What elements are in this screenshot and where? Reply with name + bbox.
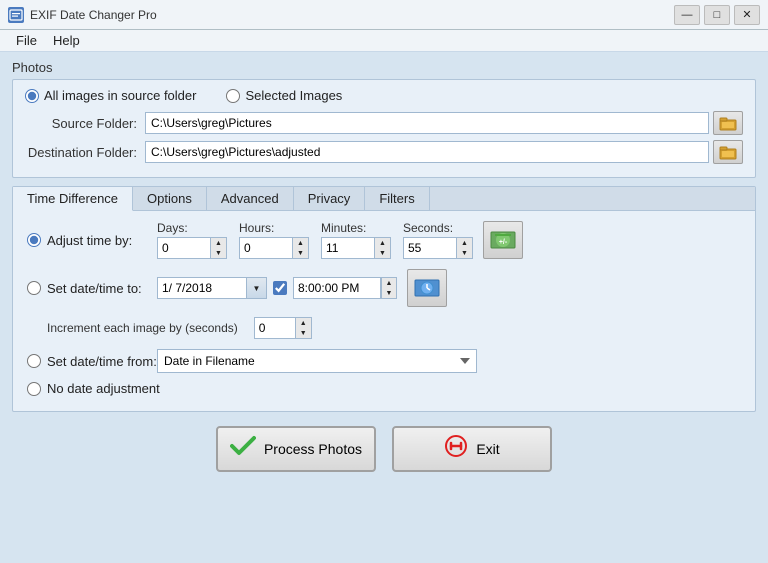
photos-panel: All images in source folder Selected Ima… <box>12 79 756 178</box>
dest-folder-browse-button[interactable] <box>713 140 743 164</box>
set-datefrom-label: Set date/time from: <box>47 354 157 369</box>
time-down-arrow[interactable]: ▼ <box>382 288 396 298</box>
time-input[interactable] <box>293 277 381 299</box>
set-datefrom-row: Set date/time from: Date in FilenameEXIF… <box>27 349 741 373</box>
minutes-input[interactable] <box>321 237 375 259</box>
image-selection-row: All images in source folder Selected Ima… <box>25 88 743 103</box>
source-folder-input[interactable] <box>145 112 709 134</box>
days-input[interactable] <box>157 237 211 259</box>
process-photos-button[interactable]: Process Photos <box>216 426 376 472</box>
tab-time-difference[interactable]: Time Difference <box>13 187 133 211</box>
set-datetime-image-btn[interactable] <box>407 269 447 307</box>
no-date-label: No date adjustment <box>47 381 160 396</box>
days-arrows: ▲ ▼ <box>211 237 227 259</box>
set-datetime-label: Set date/time to: <box>47 281 157 296</box>
window-controls: — □ ✕ <box>674 5 760 25</box>
hours-down-arrow[interactable]: ▼ <box>293 248 308 258</box>
app-title: EXIF Date Changer Pro <box>30 8 674 22</box>
exit-label: Exit <box>476 441 499 457</box>
seconds-down-arrow[interactable]: ▼ <box>457 248 472 258</box>
time-arrows: ▲ ▼ <box>381 277 397 299</box>
time-up-arrow[interactable]: ▲ <box>382 278 396 288</box>
radio-set-datetime[interactable] <box>27 281 41 295</box>
tab-filters[interactable]: Filters <box>365 187 429 210</box>
app-icon <box>8 7 24 23</box>
days-label: Days: <box>157 221 188 235</box>
minimize-button[interactable]: — <box>674 5 700 25</box>
process-icon <box>230 435 256 463</box>
radio-set-datefrom[interactable] <box>27 354 41 368</box>
date-input[interactable] <box>157 277 247 299</box>
menu-file[interactable]: File <box>8 32 45 49</box>
increment-input[interactable] <box>254 317 296 339</box>
exit-button[interactable]: Exit <box>392 426 552 472</box>
tab-content-time-difference: Adjust time by: Days: ▲ ▼ Hours <box>13 211 755 411</box>
minutes-spinbox: Minutes: ▲ ▼ <box>321 221 391 259</box>
datefrom-select[interactable]: Date in FilenameEXIF DataFile Modified D… <box>157 349 477 373</box>
increment-down-arrow[interactable]: ▼ <box>296 328 311 338</box>
seconds-spinbox: Seconds: ▲ ▼ <box>403 221 473 259</box>
svg-text:+/-: +/- <box>499 239 508 246</box>
dest-folder-label: Destination Folder: <box>25 145 145 160</box>
time-spinboxes: Days: ▲ ▼ Hours: <box>157 221 473 259</box>
seconds-input[interactable] <box>403 237 457 259</box>
close-button[interactable]: ✕ <box>734 5 760 25</box>
increment-up-arrow[interactable]: ▲ <box>296 318 311 328</box>
seconds-label: Seconds: <box>403 221 453 235</box>
tabs-container: Time Difference Options Advanced Privacy… <box>12 186 756 412</box>
radio-selected-label: Selected Images <box>245 88 342 103</box>
source-folder-browse-button[interactable] <box>713 111 743 135</box>
hours-spinbox: Hours: ▲ ▼ <box>239 221 309 259</box>
adjust-time-row: Adjust time by: Days: ▲ ▼ Hours <box>27 221 741 259</box>
tab-bar: Time Difference Options Advanced Privacy… <box>13 187 755 211</box>
photos-section-label: Photos <box>12 60 756 75</box>
maximize-button[interactable]: □ <box>704 5 730 25</box>
seconds-arrows: ▲ ▼ <box>457 237 473 259</box>
adjust-time-label: Adjust time by: <box>47 233 157 248</box>
minutes-arrows: ▲ ▼ <box>375 237 391 259</box>
hours-label: Hours: <box>239 221 274 235</box>
hours-up-arrow[interactable]: ▲ <box>293 238 308 248</box>
bottom-bar: Process Photos Exit <box>12 426 756 472</box>
radio-selected-input[interactable] <box>226 89 240 103</box>
increment-label: Increment each image by (seconds) <box>47 321 238 335</box>
dest-folder-input[interactable] <box>145 141 709 163</box>
time-checkbox[interactable] <box>273 281 287 295</box>
radio-all-label: All images in source folder <box>44 88 196 103</box>
seconds-up-arrow[interactable]: ▲ <box>457 238 472 248</box>
radio-selected-images[interactable]: Selected Images <box>226 88 342 103</box>
minutes-up-arrow[interactable]: ▲ <box>375 238 390 248</box>
radio-all-input[interactable] <box>25 89 39 103</box>
radio-no-date[interactable] <box>27 382 41 396</box>
increment-row: Increment each image by (seconds) ▲ ▼ <box>27 317 741 339</box>
source-folder-label: Source Folder: <box>25 116 145 131</box>
menu-help[interactable]: Help <box>45 32 88 49</box>
exit-icon <box>444 434 468 464</box>
minutes-down-arrow[interactable]: ▼ <box>375 248 390 258</box>
source-folder-row: Source Folder: <box>25 111 743 135</box>
date-dropdown-button[interactable]: ▼ <box>247 277 267 299</box>
dest-folder-row: Destination Folder: <box>25 140 743 164</box>
titlebar: EXIF Date Changer Pro — □ ✕ <box>0 0 768 30</box>
minutes-label: Minutes: <box>321 221 366 235</box>
hours-input[interactable] <box>239 237 293 259</box>
increment-arrows: ▲ ▼ <box>296 317 312 339</box>
hours-arrows: ▲ ▼ <box>293 237 309 259</box>
radio-adjust-time[interactable] <box>27 233 41 247</box>
process-photos-label: Process Photos <box>264 441 362 457</box>
radio-all-images[interactable]: All images in source folder <box>25 88 196 103</box>
days-down-arrow[interactable]: ▼ <box>211 248 226 258</box>
no-date-row: No date adjustment <box>27 381 741 396</box>
tab-privacy[interactable]: Privacy <box>294 187 366 210</box>
days-spinbox: Days: ▲ ▼ <box>157 221 227 259</box>
tab-advanced[interactable]: Advanced <box>207 187 294 210</box>
menubar: File Help <box>0 30 768 52</box>
set-datetime-row: Set date/time to: ▼ ▲ ▼ <box>27 269 741 307</box>
main-content: Photos All images in source folder Selec… <box>0 52 768 480</box>
tab-options[interactable]: Options <box>133 187 207 210</box>
adjust-time-image-btn[interactable]: +/- <box>483 221 523 259</box>
days-up-arrow[interactable]: ▲ <box>211 238 226 248</box>
